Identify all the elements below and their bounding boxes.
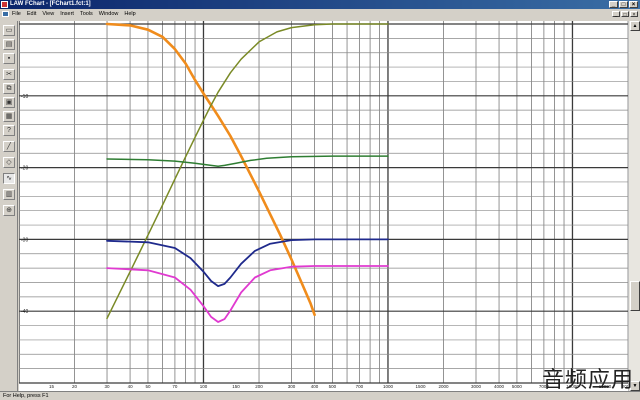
help-icon[interactable]: ? [3, 125, 15, 136]
copy-icon[interactable]: ⧉ [3, 83, 15, 94]
doc-minimize-button[interactable]: _ [612, 11, 620, 18]
x-tick-label: 40 [128, 384, 134, 389]
scroll-thumb[interactable] [630, 281, 640, 311]
x-tick-label: 200 [255, 384, 263, 389]
document-icon[interactable] [2, 11, 9, 17]
x-tick-label: 4000 [494, 384, 505, 389]
menu-help[interactable]: Help [124, 9, 135, 19]
frequency-response-chart: -10 -20 -30 -40 15 20 30 40 50 70 100 150 200 300 400 5… [19, 21, 628, 389]
x-tick-label: 500 [329, 384, 337, 389]
minimize-button[interactable]: _ [609, 1, 618, 8]
zoom-icon[interactable]: ⊕ [3, 205, 15, 216]
grid-icon[interactable]: ▥ [3, 189, 15, 200]
x-tick-label: 150 [232, 384, 240, 389]
x-tick-label: 100 [200, 384, 208, 389]
window-titlebar[interactable]: LAW FChart - [FChart1.fct:1] _ □ × [0, 0, 640, 9]
menubar: File Edit View Insert Tools Window Help … [0, 9, 640, 19]
menu-window[interactable]: Window [99, 9, 119, 19]
x-tick-label: 50 [145, 384, 151, 389]
x-tick-label: 3000 [471, 384, 482, 389]
close-button[interactable]: × [629, 1, 638, 8]
new-icon[interactable]: ▭ [3, 25, 15, 36]
x-tick-label: 1000 [383, 384, 394, 389]
open-icon[interactable]: ▤ [3, 39, 15, 50]
app-icon [1, 1, 8, 8]
status-text: For Help, press F1 [3, 393, 49, 399]
doc-restore-button[interactable]: □ [621, 11, 629, 18]
series-line-3 [106, 155, 389, 167]
x-tick-label: 70 [172, 384, 178, 389]
y-tick-label: -30 [21, 237, 28, 243]
save-icon[interactable]: ▪ [3, 53, 15, 64]
series-line-5 [106, 265, 389, 323]
vertical-scrollbar[interactable]: ▲ ▼ [628, 21, 640, 391]
y-tick-label: -20 [21, 166, 28, 172]
x-tick-label: 400 [311, 384, 319, 389]
y-tick-label: -40 [21, 309, 28, 315]
x-tick-label: 20 [72, 384, 78, 389]
menu-file[interactable]: File [12, 9, 21, 19]
curve-icon[interactable]: ∿ [3, 173, 15, 184]
doc-close-button[interactable]: × [630, 11, 638, 18]
menu-insert[interactable]: Insert [60, 9, 74, 19]
print-icon[interactable]: ▦ [3, 111, 15, 122]
series-line-4 [106, 238, 389, 288]
x-tick-label: 300 [288, 384, 296, 389]
paste-icon[interactable]: ▣ [3, 97, 15, 108]
x-tick-label: 30 [105, 384, 111, 389]
x-tick-label: 15 [49, 384, 55, 389]
line-icon[interactable]: ╱ [3, 141, 15, 152]
x-tick-label: 700 [356, 384, 364, 389]
eraser-icon[interactable]: ◇ [3, 157, 15, 168]
watermark-text: 音频应用 [541, 368, 634, 393]
vertical-toolbar: ▭ ▤ ▪ ✂ ⧉ ▣ ▦? ╱ ◇ ∿ ▥ ⊕ [0, 21, 18, 391]
maximize-button[interactable]: □ [619, 1, 628, 8]
x-tick-label: 2000 [439, 384, 450, 389]
window-title: LAW FChart - [FChart1.fct:1] [10, 1, 91, 7]
menu-view[interactable]: View [42, 9, 54, 19]
x-tick-label: 1500 [415, 384, 426, 389]
menu-tools[interactable]: Tools [80, 9, 93, 19]
y-tick-label: -10 [21, 94, 28, 100]
x-tick-label: 5000 [512, 384, 523, 389]
scroll-up-arrow[interactable]: ▲ [630, 21, 640, 31]
cut-icon[interactable]: ✂ [3, 69, 15, 80]
series-line-1 [105, 22, 316, 317]
menu-edit[interactable]: Edit [27, 9, 36, 19]
chart-area[interactable]: -10 -20 -30 -40 15 20 30 40 50 70 100 150 200 300 400 5… [19, 21, 628, 391]
